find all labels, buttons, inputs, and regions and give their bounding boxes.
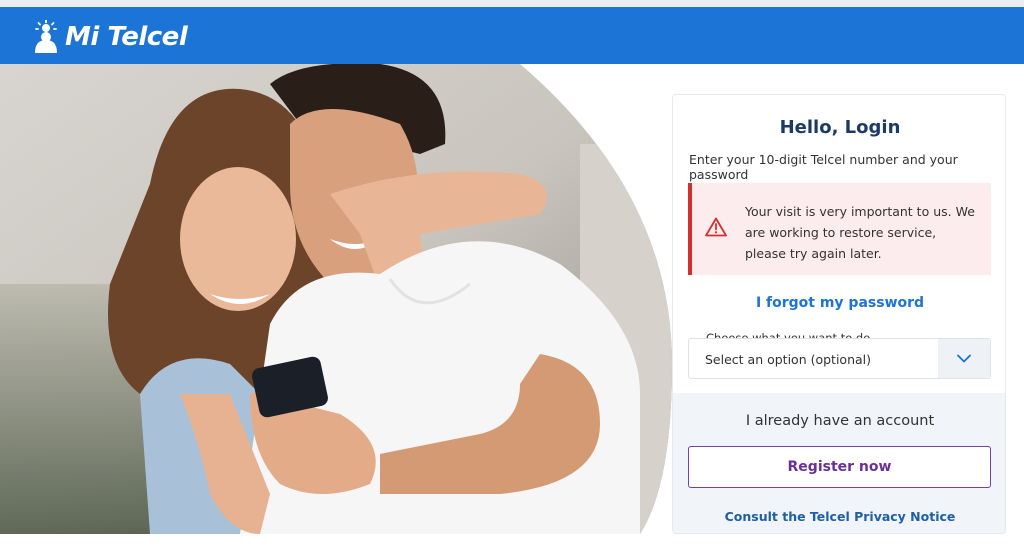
select-toggle[interactable] xyxy=(938,339,990,378)
alert-message: Your visit is very important to us. We a… xyxy=(745,204,975,261)
already-account-text: I already have an account xyxy=(745,413,935,429)
header-bar: Mi Telcel xyxy=(0,7,1024,64)
telcel-logo-icon xyxy=(35,20,57,53)
login-title: Hello, Login xyxy=(779,117,901,138)
service-alert: Your visit is very important to us. We a… xyxy=(688,183,991,275)
action-select[interactable]: Select an option (optional) xyxy=(688,338,991,379)
select-value: Select an option (optional) xyxy=(705,352,872,367)
hero-image xyxy=(0,64,672,534)
account-section: I already have an account Register now C… xyxy=(673,393,1005,533)
login-subtitle: Enter your 10-digit Telcel number and yo… xyxy=(689,152,958,182)
privacy-notice-link[interactable]: Consult the Telcel Privacy Notice xyxy=(673,509,1005,524)
warning-triangle-icon xyxy=(705,217,727,237)
page-bottom xyxy=(0,534,1024,548)
register-button[interactable]: Register now xyxy=(688,446,991,488)
telcel-logo[interactable]: Mi Telcel xyxy=(33,20,188,54)
forgot-password-link[interactable]: I forgot my password xyxy=(673,295,1005,311)
login-card: Hello, Login Enter your 10-digit Telcel … xyxy=(672,94,1006,534)
brand-name: Mi Telcel xyxy=(65,22,188,52)
chevron-down-icon xyxy=(957,354,971,363)
couple-photo xyxy=(0,64,672,534)
top-strip xyxy=(0,0,1024,7)
